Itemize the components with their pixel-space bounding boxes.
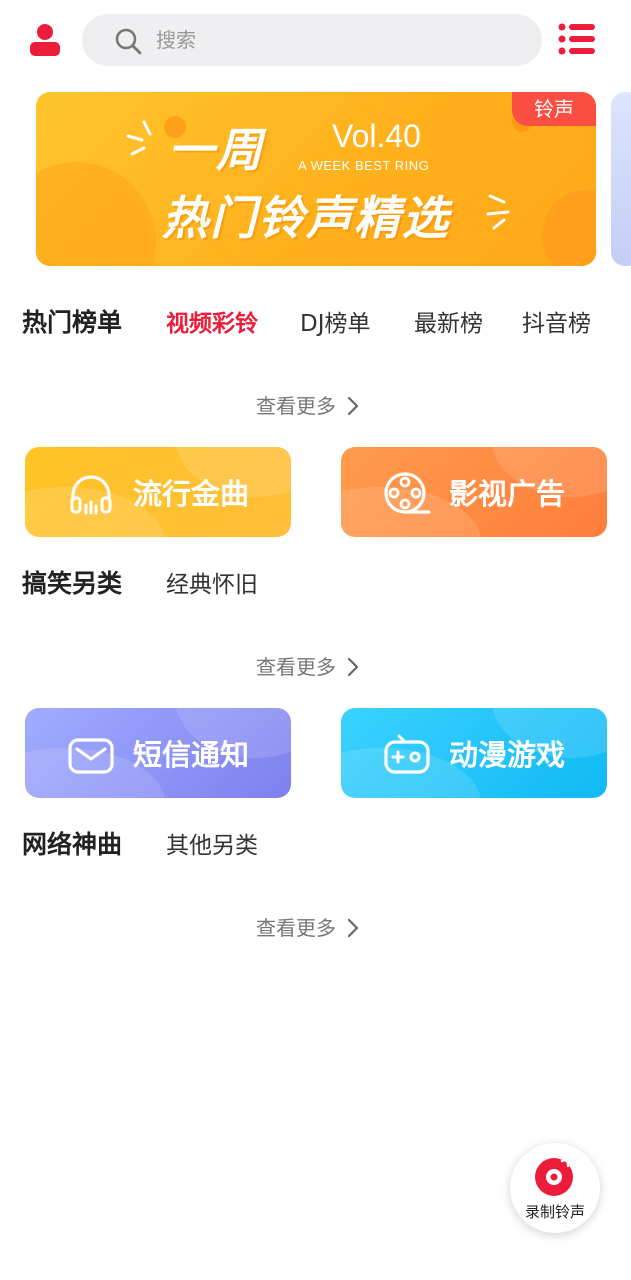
tab-dj-chart[interactable]: DJ榜单: [300, 307, 371, 341]
view-more-link[interactable]: 查看更多: [256, 392, 360, 420]
record-disc-icon: [535, 1157, 573, 1196]
tab-video-ringback[interactable]: 视频彩铃: [166, 307, 258, 341]
category-sms-notification[interactable]: 短信通知: [25, 708, 291, 798]
section-title-hot-charts: 热门榜单: [22, 308, 123, 337]
chevron-right-icon: [347, 396, 359, 416]
banner-title-line2: 热门铃声精选: [162, 191, 450, 245]
sparkle-icon: [126, 120, 152, 156]
banner-subtitle: A WEEK BEST RING: [298, 158, 430, 173]
banner-badge: 铃声: [512, 92, 596, 126]
category-label: 动漫游戏: [449, 738, 566, 772]
next-banner-peek[interactable]: [611, 92, 631, 266]
banner-volume: Vol.40: [332, 118, 421, 154]
section-title-funny: 搞笑另类: [22, 569, 123, 598]
tab-classic-nostalgia[interactable]: 经典怀旧: [166, 568, 258, 602]
view-more-label: 查看更多: [256, 394, 336, 418]
chevron-right-icon: [347, 657, 359, 677]
category-film-ads[interactable]: 影视广告: [341, 447, 607, 537]
tab-other-misc[interactable]: 其他另类: [166, 829, 258, 863]
section-title-internet-hits: 网络神曲: [22, 830, 123, 859]
menu-button[interactable]: [558, 22, 596, 56]
chevron-right-icon: [347, 918, 359, 938]
search-icon: [115, 28, 142, 55]
tab-newest-chart[interactable]: 最新榜: [414, 307, 483, 341]
category-popular-hits[interactable]: 流行金曲: [25, 447, 291, 537]
category-label: 流行金曲: [133, 477, 250, 511]
banner-title-line1: 一周: [168, 123, 264, 177]
sparkle-icon: [486, 194, 510, 230]
promo-banner[interactable]: 一周 Vol.40 A WEEK BEST RING 热门铃声精选 铃声: [36, 92, 596, 266]
record-ringtone-button[interactable]: 录制铃声: [510, 1143, 600, 1233]
record-ringtone-label: 录制铃声: [524, 1203, 585, 1221]
film-reel-icon: [384, 472, 431, 514]
search-bar[interactable]: 搜索: [82, 14, 542, 66]
category-label: 短信通知: [133, 738, 250, 772]
search-placeholder: 搜索: [156, 28, 196, 52]
tab-douyin-chart[interactable]: 抖音榜: [522, 307, 591, 341]
view-more-label: 查看更多: [256, 655, 336, 679]
view-more-link[interactable]: 查看更多: [256, 653, 360, 681]
category-label: 影视广告: [449, 477, 566, 511]
gamepad-icon: [384, 734, 430, 774]
category-anime-games[interactable]: 动漫游戏: [341, 708, 607, 798]
envelope-icon: [68, 738, 114, 774]
headphones-icon: [70, 475, 112, 515]
view-more-label: 查看更多: [256, 916, 336, 940]
view-more-link[interactable]: 查看更多: [256, 914, 360, 942]
list-menu-icon: [558, 23, 595, 55]
user-profile-button[interactable]: [28, 22, 62, 58]
user-icon: [30, 24, 60, 56]
